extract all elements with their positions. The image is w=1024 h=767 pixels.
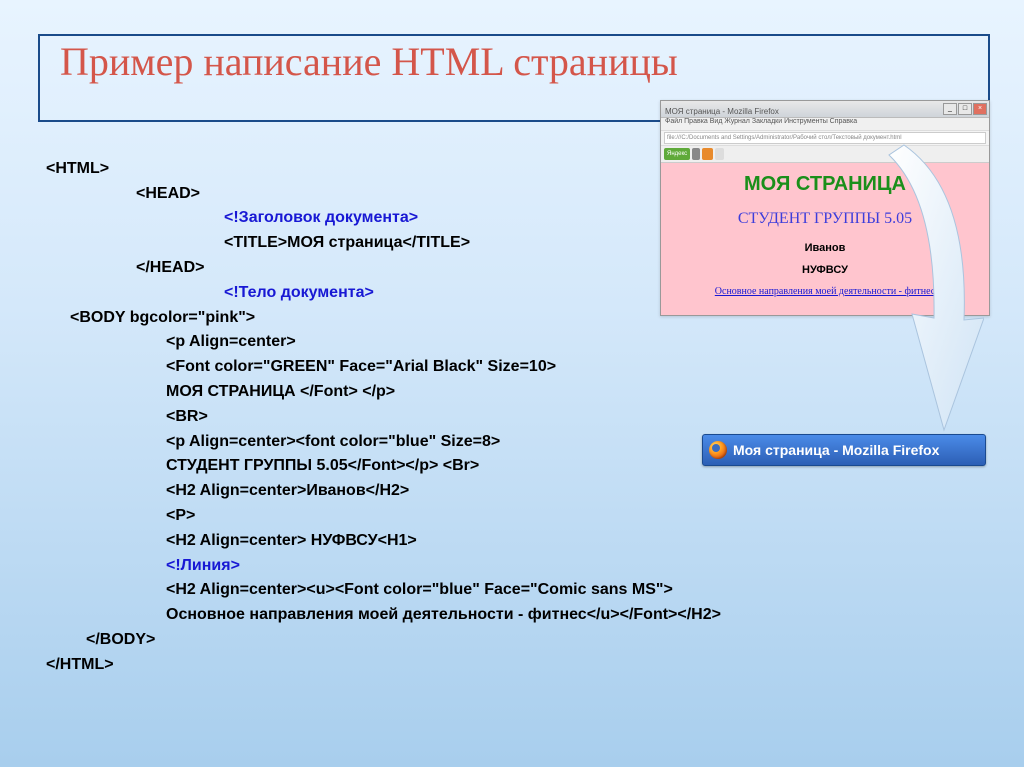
toolbar-btn[interactable]: Яндекс (664, 148, 690, 160)
code-line: <Font color="GREEN" Face="Arial Black" S… (46, 355, 556, 380)
browser-window: МОЯ страница - Mozilla Firefox _ □ × Фай… (660, 100, 990, 316)
page-text: НУФВСУ (661, 264, 989, 276)
code-comment: <!Тело документа> (46, 281, 374, 306)
close-icon[interactable]: × (973, 103, 987, 115)
page-body: МОЯ СТРАНИЦА СТУДЕНТ ГРУППЫ 5.05 Иванов … (661, 163, 989, 315)
code-line: </HEAD> (46, 256, 204, 281)
url-field[interactable]: file:///C:/Documents and Settings/Admini… (664, 132, 986, 144)
code-line: СТУДЕНТ ГРУППЫ 5.05</Font></p> <Br> (46, 454, 479, 479)
toolbar-btn[interactable] (702, 148, 713, 160)
code-line: <H2 Align=center>Иванов</H2> (46, 479, 409, 504)
taskbar-button[interactable]: Моя страница - Mozilla Firefox (702, 434, 986, 466)
page-subtitle: СТУДЕНТ ГРУППЫ 5.05 (661, 210, 989, 228)
firefox-icon (709, 441, 727, 459)
browser-menu[interactable]: Файл Правка Вид Журнал Закладки Инструме… (661, 118, 989, 131)
toolbar-btn[interactable] (715, 148, 724, 160)
code-line: <HTML> (46, 160, 109, 177)
code-line: <p Align=center> (46, 330, 296, 355)
minimize-icon[interactable]: _ (943, 103, 957, 115)
code-line: </BODY> (46, 628, 155, 653)
page-text: Иванов (661, 242, 989, 254)
code-example: <HTML> <HEAD> <!Заголовок документа> <TI… (46, 132, 721, 678)
code-comment: <!Заголовок документа> (46, 206, 418, 231)
code-line: МОЯ СТРАНИЦА </Font> </p> (46, 380, 395, 405)
browser-preview: МОЯ страница - Mozilla Firefox _ □ × Фай… (660, 100, 988, 316)
page-link[interactable]: Основное направления моей деятельности -… (661, 286, 989, 297)
address-bar: file:///C:/Documents and Settings/Admini… (661, 131, 989, 146)
code-line: <BR> (46, 405, 208, 430)
code-line: Основное направления моей деятельности -… (46, 603, 721, 628)
code-line: <HEAD> (46, 182, 200, 207)
slide-title: Пример написание HTML страницы (60, 38, 678, 85)
window-title: МОЯ страница - Mozilla Firefox (661, 107, 779, 116)
page-heading: МОЯ СТРАНИЦА (661, 173, 989, 196)
code-comment: <!Линия> (46, 554, 240, 579)
code-line: <H2 Align=center><u><Font color="blue" F… (46, 578, 673, 603)
code-line: <p Align=center><font color="blue" Size=… (46, 430, 500, 455)
code-line: <H2 Align=center> НУФВСУ<H1> (46, 529, 417, 554)
toolbar-btn[interactable] (692, 148, 700, 160)
maximize-icon[interactable]: □ (958, 103, 972, 115)
taskbar-label: Моя страница - Mozilla Firefox (733, 442, 939, 458)
browser-toolbar: Яндекс (661, 146, 989, 163)
code-line: <BODY bgcolor="pink"> (46, 306, 255, 331)
code-line: <P> (46, 504, 195, 529)
code-line: </HTML> (46, 656, 114, 673)
code-line: <TITLE>МОЯ страница</TITLE> (46, 231, 470, 256)
browser-titlebar: МОЯ страница - Mozilla Firefox _ □ × (661, 101, 989, 118)
